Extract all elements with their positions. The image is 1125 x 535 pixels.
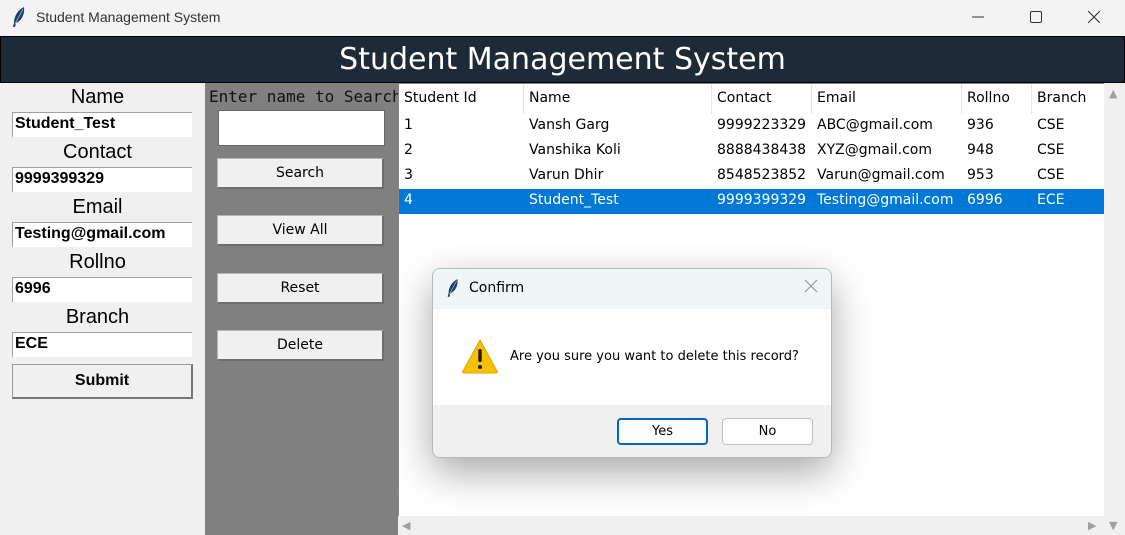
cell-email: XYZ@gmail.com <box>817 142 932 158</box>
no-button[interactable]: No <box>722 418 813 445</box>
rollno-field[interactable]: 6996 <box>12 277 192 302</box>
table-row-selected[interactable]: 4 Student_Test 9999399329 Testing@gmail.… <box>399 189 1104 214</box>
scroll-left-icon[interactable]: ◀ <box>402 519 410 532</box>
column-header-name[interactable]: Name <box>524 84 712 114</box>
search-panel: Enter name to Search Search View All Res… <box>205 83 402 535</box>
reset-button[interactable]: Reset <box>217 273 384 304</box>
email-label: Email <box>72 196 123 218</box>
email-field[interactable]: Testing@gmail.com <box>12 222 192 247</box>
vertical-scrollbar[interactable]: ▲ ▼ <box>1104 83 1125 535</box>
window-titlebar: Student Management System <box>0 0 1125 36</box>
cell-name: Vansh Garg <box>529 117 610 133</box>
dialog-titlebar: Confirm <box>433 269 831 309</box>
dialog-title: Confirm <box>469 280 525 296</box>
cell-id: 3 <box>404 167 413 183</box>
banner-title: Student Management System <box>339 42 786 77</box>
dialog-close-button[interactable] <box>801 278 821 298</box>
contact-label: Contact <box>63 141 132 163</box>
feather-icon <box>447 279 458 297</box>
search-label: Enter name to Search <box>209 87 402 106</box>
delete-button[interactable]: Delete <box>217 330 384 361</box>
branch-label: Branch <box>65 306 130 328</box>
scroll-down-icon[interactable]: ▼ <box>1109 519 1117 532</box>
dialog-footer: Yes No <box>433 405 831 457</box>
branch-field[interactable]: ECE <box>12 332 192 357</box>
cell-rollno: 953 <box>967 167 994 183</box>
cell-contact: 8548523852 <box>717 167 807 183</box>
header-banner: Student Management System <box>0 36 1125 83</box>
scroll-up-icon[interactable]: ▲ <box>1109 87 1117 100</box>
table-row[interactable]: 1 Vansh Garg 9999223329 ABC@gmail.com 93… <box>399 114 1104 139</box>
column-header-student-id[interactable]: Student Id <box>399 84 524 114</box>
view-all-button[interactable]: View All <box>217 215 384 246</box>
minimize-button[interactable] <box>953 0 1003 34</box>
search-input[interactable] <box>218 110 385 146</box>
rollno-label: Rollno <box>69 251 126 273</box>
column-header-email[interactable]: Email <box>812 84 962 114</box>
minimize-icon <box>972 16 984 18</box>
cell-rollno: 948 <box>967 142 994 158</box>
table-row[interactable]: 2 Vanshika Koli 8888438438 XYZ@gmail.com… <box>399 139 1104 164</box>
maximize-icon <box>1030 11 1042 23</box>
cell-id: 4 <box>404 192 413 208</box>
confirm-dialog: Confirm Are you sure you want to delete … <box>432 268 832 458</box>
cell-contact: 9999223329 <box>717 117 807 133</box>
name-field[interactable]: Student_Test <box>12 112 192 137</box>
cell-rollno: 936 <box>967 117 994 133</box>
cell-branch: CSE <box>1037 117 1065 133</box>
search-button[interactable]: Search <box>217 158 384 189</box>
cell-id: 2 <box>404 142 413 158</box>
cell-contact: 8888438438 <box>717 142 807 158</box>
cell-email: Testing@gmail.com <box>817 192 954 208</box>
dialog-message: Are you sure you want to delete this rec… <box>510 349 799 364</box>
maximize-button[interactable] <box>1011 0 1061 34</box>
warning-icon <box>462 338 498 374</box>
feather-icon <box>13 7 25 27</box>
cell-branch: ECE <box>1037 192 1065 208</box>
table-row[interactable]: 3 Varun Dhir 8548523852 Varun@gmail.com … <box>399 164 1104 189</box>
student-form: Name Student_Test Contact 9999399329 Ema… <box>0 83 205 535</box>
cell-name: Student_Test <box>529 192 619 208</box>
window-title: Student Management System <box>36 9 221 25</box>
column-header-rollno[interactable]: Rollno <box>962 84 1032 114</box>
horizontal-scrollbar[interactable]: ◀ ▶ <box>398 516 1104 535</box>
scroll-right-icon[interactable]: ▶ <box>1088 519 1096 532</box>
close-icon <box>804 279 818 293</box>
cell-contact: 9999399329 <box>717 192 807 208</box>
cell-branch: CSE <box>1037 167 1065 183</box>
name-label: Name <box>70 86 125 108</box>
column-header-contact[interactable]: Contact <box>712 84 812 114</box>
close-icon <box>1088 11 1100 23</box>
cell-id: 1 <box>404 117 413 133</box>
cell-name: Varun Dhir <box>529 167 604 183</box>
cell-rollno: 6996 <box>967 192 1003 208</box>
dialog-body: Are you sure you want to delete this rec… <box>433 309 831 405</box>
cell-email: ABC@gmail.com <box>817 117 933 133</box>
yes-button[interactable]: Yes <box>617 418 708 445</box>
column-header-branch[interactable]: Branch <box>1032 84 1104 114</box>
table-header: Student Id Name Contact Email Rollno Bra… <box>399 84 1104 114</box>
cell-name: Vanshika Koli <box>529 142 621 158</box>
contact-field[interactable]: 9999399329 <box>12 167 192 192</box>
cell-branch: CSE <box>1037 142 1065 158</box>
submit-button[interactable]: Submit <box>12 364 193 399</box>
close-window-button[interactable] <box>1069 0 1119 34</box>
cell-email: Varun@gmail.com <box>817 167 945 183</box>
